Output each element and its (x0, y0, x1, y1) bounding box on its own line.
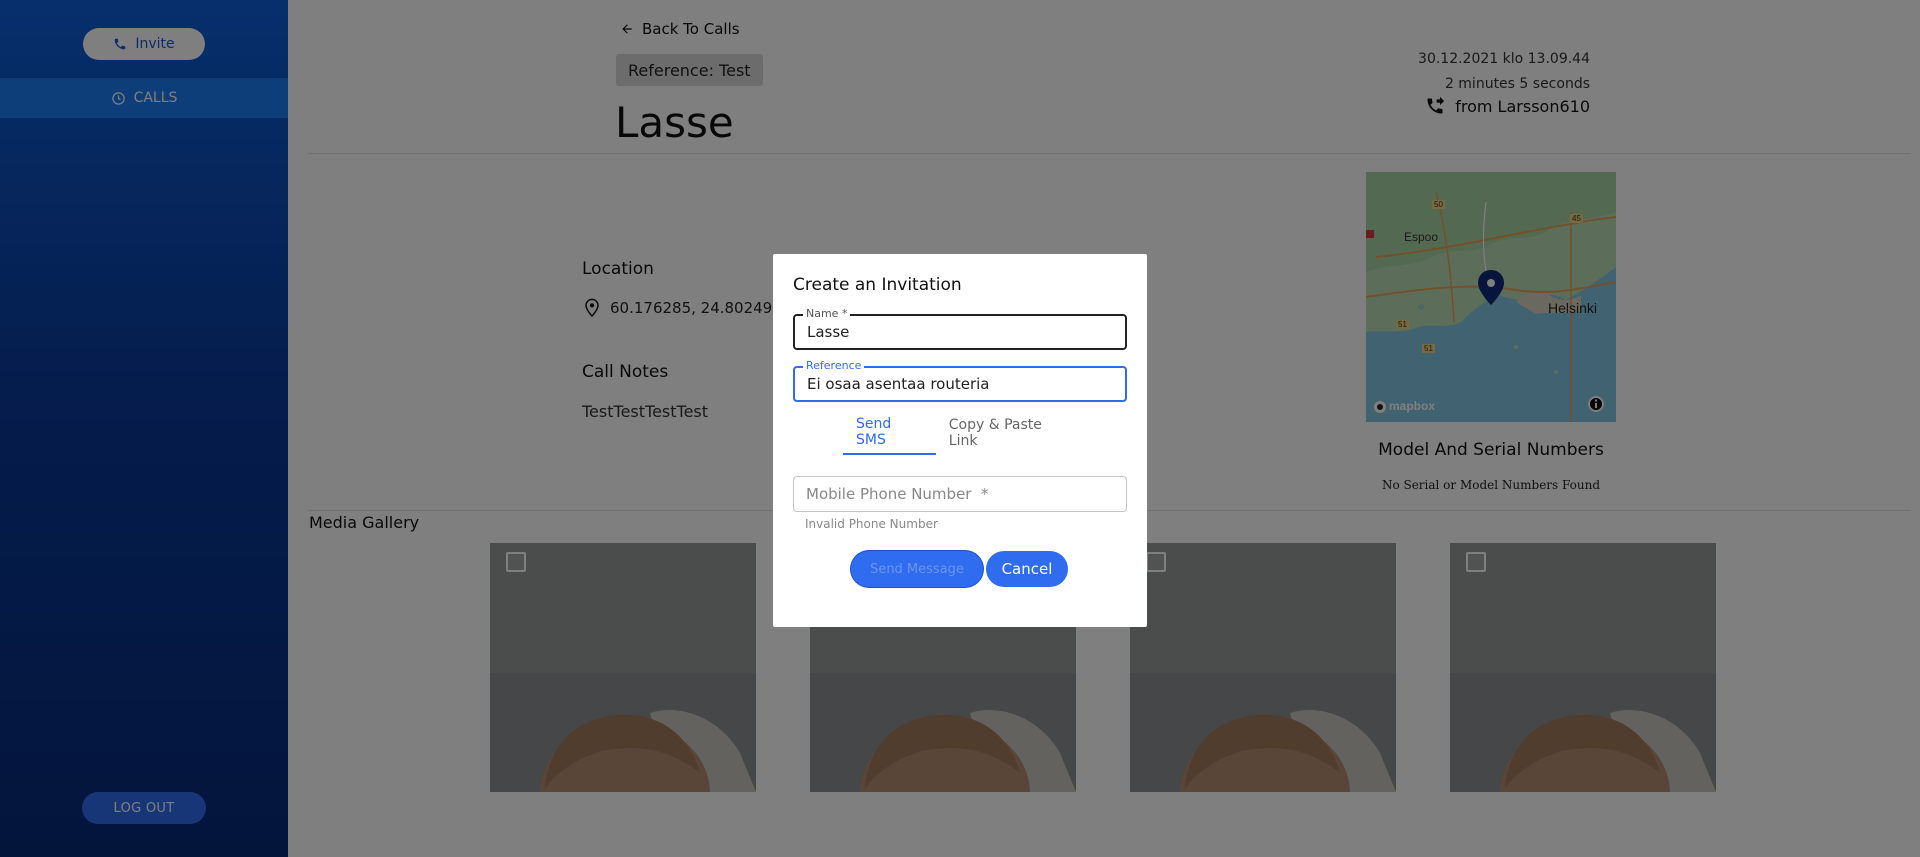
phone-helper-text: Invalid Phone Number (805, 517, 938, 531)
send-message-button[interactable]: Send Message (851, 551, 983, 587)
name-input[interactable] (795, 316, 1125, 348)
cancel-button[interactable]: Cancel (986, 551, 1068, 587)
mobile-phone-input[interactable] (794, 477, 1126, 511)
tab-copy-paste-link[interactable]: Copy & Paste Link (936, 411, 1083, 455)
name-field-label: Name * (803, 307, 851, 320)
reference-field-label: Reference (803, 359, 865, 372)
create-invitation-dialog: Create an Invitation Name * Reference Se… (773, 254, 1147, 627)
reference-field[interactable]: Reference (793, 359, 1127, 402)
tab-send-sms[interactable]: Send SMS (843, 411, 936, 455)
name-field[interactable]: Name * (793, 307, 1127, 350)
invite-method-tabs: Send SMS Copy & Paste Link (843, 411, 1083, 455)
reference-input[interactable] (795, 368, 1125, 400)
dialog-title: Create an Invitation (793, 275, 962, 295)
mobile-phone-field[interactable] (793, 476, 1127, 512)
